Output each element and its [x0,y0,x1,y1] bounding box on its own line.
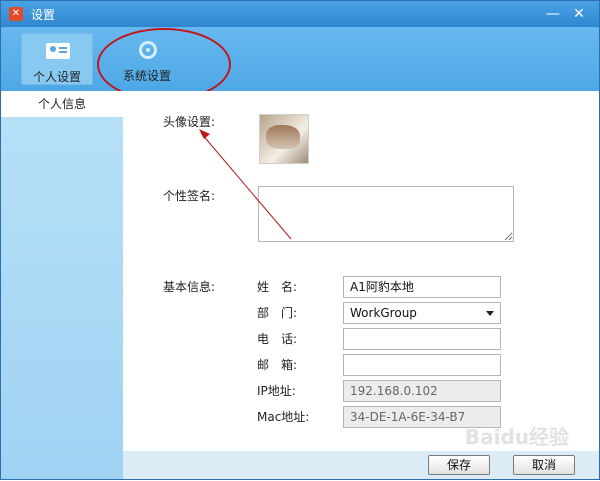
department-label: 部 门: [257,306,298,320]
title-bar: ✕ 设置 — ✕ [1,1,599,27]
avatar[interactable] [259,114,309,164]
sidebar-item-personal-info[interactable]: 个人信息 [1,91,123,117]
x-logo-icon: ✕ [9,7,23,21]
department-value: WorkGroup [350,306,417,320]
ip-label: IP地址: [257,384,296,398]
watermark-text: Baidu经验 [464,425,569,449]
chevron-down-icon [486,311,494,316]
sidebar-item-label: 个人信息 [37,97,86,111]
cancel-button[interactable]: 取消 [513,455,575,475]
signature-label: 个性签名: [163,189,216,203]
top-toolbar: 个人设置 系统设置 [1,27,599,91]
name-label: 姓 名: [257,280,298,294]
basic-info-label: 基本信息: [163,280,216,294]
signature-textarea[interactable] [258,186,514,242]
mac-label: Mac地址: [257,410,310,424]
cat-avatar-icon [266,125,300,149]
user-card-icon [46,43,70,59]
department-select[interactable]: WorkGroup [343,302,501,324]
email-input[interactable] [343,354,501,376]
name-input[interactable]: A1阿豹本地 [343,276,501,298]
phone-input[interactable] [343,328,501,350]
minimize-button[interactable]: — [543,4,563,24]
footer: 保存 取消 [123,451,599,479]
tab-personal-label: 个人设置 [32,70,81,84]
settings-window: ✕ 设置 — ✕ 个人设置 系统设置 个人信息 头像设置: 个性签名: 基本信息… [0,0,600,480]
tab-personal-settings[interactable]: 个人设置 [21,33,93,85]
email-label: 邮 箱: [257,358,298,372]
save-button[interactable]: 保存 [428,455,490,475]
close-button[interactable]: ✕ [569,4,589,24]
avatar-label: 头像设置: [163,115,216,129]
phone-label: 电 话: [257,332,298,346]
window-title: 设置 [31,8,56,22]
sidebar: 个人信息 [1,91,123,479]
ip-address-field: 192.168.0.102 [343,380,501,402]
